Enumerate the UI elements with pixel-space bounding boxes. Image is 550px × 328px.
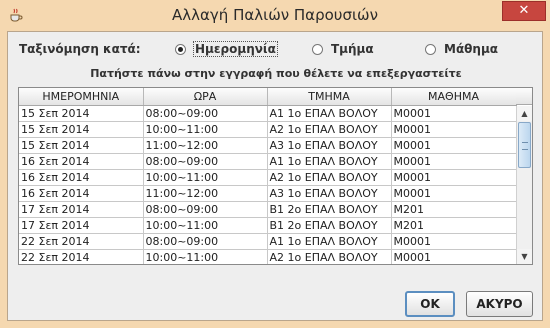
radio-indicator [312, 43, 323, 55]
column-header-subject[interactable]: ΜΑΘΗΜΑ [391, 88, 517, 106]
cell-class: Α3 1ο ΕΠΑΛ ΒΟΛΟΥ [267, 137, 392, 154]
cell-time: 11:00~12:00 [143, 137, 268, 154]
table-row[interactable]: 15 Σεπ 2014 11:00~12:00 Α3 1ο ΕΠΑΛ ΒΟΛΟΥ Μ0… [19, 137, 517, 154]
cell-class: Α3 1ο ΕΠΑΛ ΒΟΛΟΥ [267, 185, 392, 202]
title-bar[interactable]: Αλλαγή Παλιών Παρουσιών ✕ [0, 0, 550, 31]
cell-class: Α2 1ο ΕΠΑΛ ΒΟΛΟΥ [267, 121, 392, 138]
window-title: Αλλαγή Παλιών Παρουσιών [172, 6, 378, 24]
cell-date: 22 Σεπ 2014 [19, 249, 144, 264]
cell-subject: Μ201 [391, 217, 517, 234]
close-button[interactable]: ✕ [502, 1, 546, 21]
cell-date: 15 Σεπ 2014 [19, 105, 144, 122]
radio-indicator [425, 43, 436, 55]
cell-class: Α1 1ο ΕΠΑΛ ΒΟΛΟΥ [267, 105, 392, 122]
table-header-row: ΗΜΕΡΟΜΗΝΙΑ ΩΡΑ ΤΜΗΜΑ ΜΑΘΗΜΑ [19, 88, 517, 106]
table-row[interactable]: 16 Σεπ 2014 08:00~09:00 Α1 1ο ΕΠΑΛ ΒΟΛΟΥ Μ0… [19, 153, 517, 170]
cell-date: 16 Σεπ 2014 [19, 185, 144, 202]
attendance-table: ΗΜΕΡΟΜΗΝΙΑ ΩΡΑ ΤΜΗΜΑ ΜΑΘΗΜΑ 15 Σεπ 2014 0… [18, 87, 533, 265]
cell-subject: Μ201 [391, 201, 517, 218]
cell-date: 17 Σεπ 2014 [19, 201, 144, 218]
radio-label: Ημερομηνία [193, 41, 278, 57]
cell-subject: Μ0001 [391, 233, 517, 250]
cell-time: 10:00~11:00 [143, 121, 268, 138]
cancel-button[interactable]: ΑΚΥΡΟ [466, 291, 533, 317]
table-row[interactable]: 17 Σεπ 2014 08:00~09:00 Β1 2ο ΕΠΑΛ ΒΟΛΟΥ Μ2… [19, 201, 517, 218]
table-row[interactable]: 15 Σεπ 2014 08:00~09:00 Α1 1ο ΕΠΑΛ ΒΟΛΟΥ Μ0… [19, 105, 517, 122]
ok-button[interactable]: OK [405, 291, 455, 317]
table-row[interactable]: 16 Σεπ 2014 11:00~12:00 Α3 1ο ΕΠΑΛ ΒΟΛΟΥ Μ0… [19, 185, 517, 202]
cell-subject: Μ0001 [391, 185, 517, 202]
radio-label: Τμήμα [331, 42, 374, 56]
table-header-corner [516, 88, 532, 105]
radio-indicator [175, 43, 186, 55]
sort-label: Ταξινόμηση κατά: [19, 42, 141, 56]
cell-class: Β1 2ο ΕΠΑΛ ΒΟΛΟΥ [267, 201, 392, 218]
table-row[interactable]: 22 Σεπ 2014 10:00~11:00 Α2 1ο ΕΠΑΛ ΒΟΛΟΥ Μ0… [19, 249, 517, 264]
column-header-time[interactable]: ΩΡΑ [143, 88, 268, 106]
table-row[interactable]: 16 Σεπ 2014 10:00~11:00 Α2 1ο ΕΠΑΛ ΒΟΛΟΥ Μ0… [19, 169, 517, 186]
dialog-content: Ταξινόμηση κατά: Ημερομηνία Τμήμα Μάθημα… [7, 31, 543, 321]
table-row[interactable]: 22 Σεπ 2014 08:00~09:00 Α1 1ο ΕΠΑΛ ΒΟΛΟΥ Μ0… [19, 233, 517, 250]
cell-class: Α2 1ο ΕΠΑΛ ΒΟΛΟΥ [267, 169, 392, 186]
radio-sort-subject[interactable]: Μάθημα [425, 42, 498, 56]
cell-subject: Μ0001 [391, 137, 517, 154]
cell-time: 08:00~09:00 [143, 233, 268, 250]
radio-sort-date[interactable]: Ημερομηνία [175, 41, 278, 57]
grip-icon [522, 142, 528, 150]
arrow-down-icon[interactable]: ▼ [517, 249, 532, 264]
cell-class: Α1 1ο ΕΠΑΛ ΒΟΛΟΥ [267, 153, 392, 170]
cell-subject: Μ0001 [391, 121, 517, 138]
cell-date: 17 Σεπ 2014 [19, 217, 144, 234]
arrow-up-icon[interactable]: ▲ [517, 106, 532, 121]
cell-time: 10:00~11:00 [143, 217, 268, 234]
cell-subject: Μ0001 [391, 169, 517, 186]
scrollbar-thumb[interactable] [518, 122, 531, 168]
vertical-scrollbar[interactable]: ▲ ▼ [516, 106, 532, 264]
cell-time: 08:00~09:00 [143, 201, 268, 218]
cell-date: 16 Σεπ 2014 [19, 153, 144, 170]
column-header-date[interactable]: ΗΜΕΡΟΜΗΝΙΑ [19, 88, 144, 106]
instruction-text: Πατήστε πάνω στην εγγραφή που θέλετε να … [90, 67, 462, 80]
radio-label: Μάθημα [444, 42, 499, 56]
cell-class: Α1 1ο ΕΠΑΛ ΒΟΛΟΥ [267, 233, 392, 250]
cell-class: Α2 1ο ΕΠΑΛ ΒΟΛΟΥ [267, 249, 392, 264]
cell-time: 11:00~12:00 [143, 185, 268, 202]
cell-date: 15 Σεπ 2014 [19, 137, 144, 154]
cell-time: 10:00~11:00 [143, 169, 268, 186]
cell-subject: Μ0001 [391, 105, 517, 122]
radio-sort-class[interactable]: Τμήμα [312, 42, 374, 56]
table-row[interactable]: 15 Σεπ 2014 10:00~11:00 Α2 1ο ΕΠΑΛ ΒΟΛΟΥ Μ0… [19, 121, 517, 138]
dialog-window: Αλλαγή Παλιών Παρουσιών ✕ Ταξινόμηση κατ… [0, 0, 550, 328]
cell-time: 10:00~11:00 [143, 249, 268, 264]
close-icon: ✕ [518, 3, 530, 18]
cell-date: 16 Σεπ 2014 [19, 169, 144, 186]
cell-time: 08:00~09:00 [143, 105, 268, 122]
cell-date: 15 Σεπ 2014 [19, 121, 144, 138]
table-row[interactable]: 17 Σεπ 2014 10:00~11:00 Β1 2ο ΕΠΑΛ ΒΟΛΟΥ Μ2… [19, 217, 517, 234]
cell-subject: Μ0001 [391, 153, 517, 170]
cell-date: 22 Σεπ 2014 [19, 233, 144, 250]
cell-subject: Μ0001 [391, 249, 517, 264]
column-header-class[interactable]: ΤΜΗΜΑ [267, 88, 392, 106]
cell-class: Β1 2ο ΕΠΑΛ ΒΟΛΟΥ [267, 217, 392, 234]
cell-time: 08:00~09:00 [143, 153, 268, 170]
